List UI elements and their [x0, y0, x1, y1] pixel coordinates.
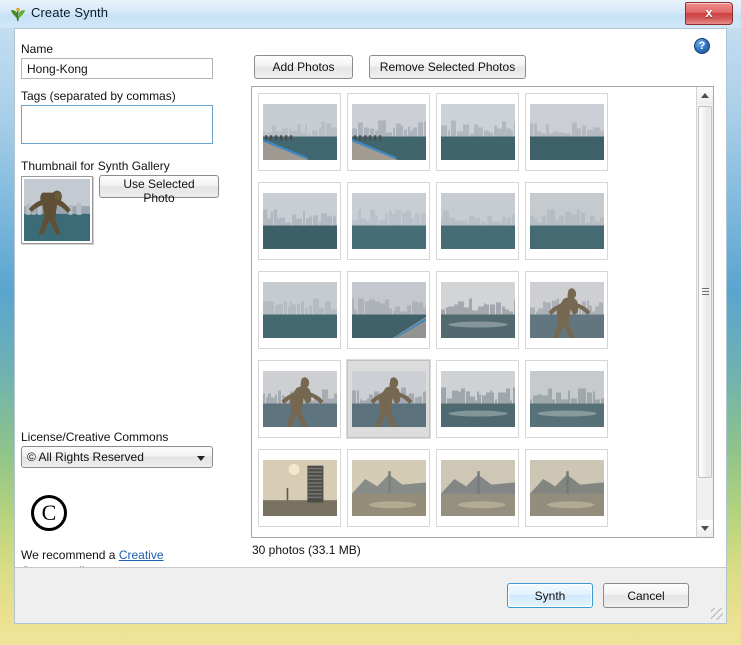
license-dropdown[interactable]: © All Rights Reserved — [21, 446, 213, 468]
photo-thumbnail[interactable] — [525, 182, 608, 260]
tags-label: Tags (separated by commas) — [21, 89, 176, 103]
dialog-client-area: Name Tags (separated by commas) Thumbnai… — [14, 28, 727, 624]
photo-thumbnail[interactable] — [525, 271, 608, 349]
right-pane: Add Photos Remove Selected Photos ? 30 p… — [237, 29, 726, 623]
copyright-icon: C — [31, 495, 67, 531]
photo-thumbnail[interactable] — [258, 93, 341, 171]
photo-thumbnail[interactable] — [436, 182, 519, 260]
thumbnail-label: Thumbnail for Synth Gallery — [21, 159, 170, 173]
scrollbar-thumb[interactable] — [698, 106, 712, 478]
photo-grid-panel — [251, 86, 714, 538]
photo-thumbnail[interactable] — [258, 449, 341, 527]
remove-selected-photos-button[interactable]: Remove Selected Photos — [369, 55, 526, 79]
photo-grid — [252, 87, 696, 537]
scroll-down-button[interactable] — [697, 520, 713, 537]
close-icon: x — [705, 5, 713, 20]
resize-grip[interactable] — [711, 608, 723, 620]
name-input[interactable] — [21, 58, 213, 79]
add-photos-button[interactable]: Add Photos — [254, 55, 353, 79]
photo-thumbnail[interactable] — [436, 93, 519, 171]
photo-thumbnail[interactable] — [347, 360, 430, 438]
photo-thumbnail[interactable] — [436, 360, 519, 438]
photo-count-status: 30 photos (33.1 MB) — [252, 543, 361, 557]
license-selected-value: © All Rights Reserved — [27, 450, 144, 464]
help-icon[interactable]: ? — [694, 38, 710, 54]
photo-thumbnail[interactable] — [258, 271, 341, 349]
thumbnail-preview — [21, 176, 93, 244]
photo-thumbnail[interactable] — [347, 271, 430, 349]
photo-thumbnail[interactable] — [347, 182, 430, 260]
leaf-icon — [9, 5, 27, 23]
triangle-down-icon — [701, 526, 709, 531]
photo-grid-scrollbar[interactable] — [696, 87, 713, 537]
photo-thumbnail[interactable] — [525, 449, 608, 527]
close-button[interactable]: x — [685, 2, 733, 25]
name-label: Name — [21, 42, 54, 56]
use-selected-photo-button[interactable]: Use Selected Photo — [99, 175, 219, 205]
synth-button[interactable]: Synth — [507, 583, 593, 608]
dialog-footer: Synth Cancel — [15, 567, 726, 623]
scroll-up-button[interactable] — [697, 87, 713, 104]
photo-thumbnail[interactable] — [347, 449, 430, 527]
create-synth-dialog: Create Synth x Name Tags (separated by c… — [0, 0, 741, 645]
photo-thumbnail[interactable] — [525, 93, 608, 171]
photo-thumbnail[interactable] — [258, 182, 341, 260]
photo-thumbnail[interactable] — [436, 449, 519, 527]
photo-thumbnail[interactable] — [258, 360, 341, 438]
photo-thumbnail[interactable] — [347, 93, 430, 171]
grip-icon — [702, 288, 709, 297]
desktop-background: Create Synth x Name Tags (separated by c… — [0, 0, 741, 645]
triangle-up-icon — [701, 93, 709, 98]
chevron-down-icon — [197, 456, 205, 461]
photo-thumbnail[interactable] — [436, 271, 519, 349]
title-bar: Create Synth x — [0, 0, 741, 28]
recommend-prefix: We recommend a — [21, 548, 119, 562]
window-title: Create Synth — [31, 5, 109, 20]
thumbnail-image — [24, 179, 90, 241]
cancel-button[interactable]: Cancel — [603, 583, 689, 608]
tags-input[interactable] — [21, 105, 213, 144]
photo-thumbnail[interactable] — [525, 360, 608, 438]
license-label: License/Creative Commons — [21, 430, 169, 444]
left-pane: Name Tags (separated by commas) Thumbnai… — [15, 29, 237, 623]
